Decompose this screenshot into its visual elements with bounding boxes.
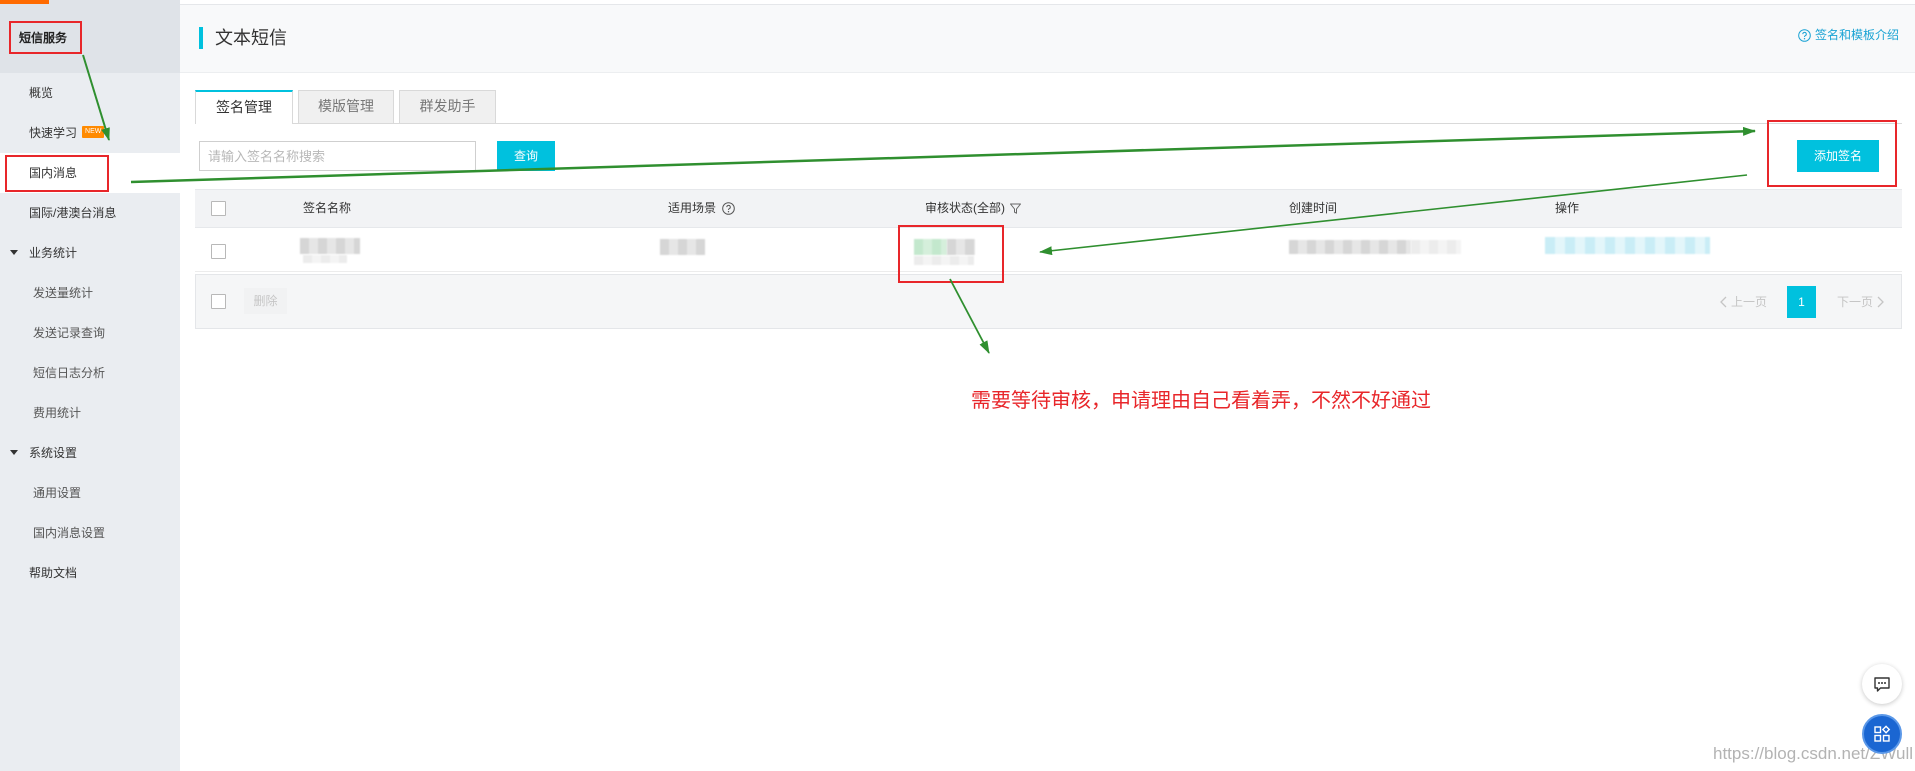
page-title: 文本短信 xyxy=(215,28,287,48)
apps-grid-icon xyxy=(1874,725,1891,742)
signature-table: 签名名称 适用场景 审核状态(全部) 创建时间 操作 xyxy=(195,189,1902,272)
sidebar-group-business-stats[interactable]: 业务统计 xyxy=(0,233,180,273)
redacted-cell xyxy=(1289,240,1411,254)
redacted-actions-cell[interactable] xyxy=(1545,237,1710,254)
sidebar-item-label: 发送量统计 xyxy=(33,286,94,300)
redacted-status-cell xyxy=(914,239,947,255)
table-footer: 删除 上一页 1 下一页 xyxy=(195,274,1902,329)
sidebar-item-send-records-query[interactable]: 发送记录查询 xyxy=(0,313,180,353)
sidebar-item-label: 短信日志分析 xyxy=(33,366,106,380)
next-page-label: 下一页 xyxy=(1836,295,1873,309)
sidebar-item-sms-log-analysis[interactable]: 短信日志分析 xyxy=(0,353,180,393)
signature-search-input[interactable] xyxy=(199,141,476,171)
sidebar-title: 短信服务 xyxy=(19,31,68,45)
top-accent-bar xyxy=(0,0,49,4)
question-circle-icon xyxy=(1798,28,1811,42)
sidebar-item-cost-stats[interactable]: 费用统计 xyxy=(0,393,180,433)
add-signature-button[interactable]: 添加签名 xyxy=(1797,140,1879,172)
redacted-cell xyxy=(303,255,347,263)
sidebar-group-system-settings[interactable]: 系统设置 xyxy=(0,433,180,473)
chevron-right-icon xyxy=(1877,296,1884,308)
new-badge: NEW xyxy=(82,126,105,139)
sidebar-item-label: 费用统计 xyxy=(33,406,82,420)
title-accent-bar xyxy=(199,27,203,49)
query-button[interactable]: 查询 xyxy=(497,141,555,171)
sidebar-header[interactable]: 短信服务 xyxy=(0,0,180,73)
column-header-created-time: 创建时间 xyxy=(1289,201,1338,215)
redacted-cell xyxy=(660,239,705,255)
next-page-button[interactable]: 下一页 xyxy=(1828,286,1898,318)
tab-bulk-send-assistant[interactable]: 群发助手 xyxy=(399,90,496,123)
column-header-signature-name: 签名名称 xyxy=(303,201,352,215)
footer-select-all-checkbox[interactable] xyxy=(211,294,226,309)
page: 短信服务 概览 快速学习 NEW 国内消息 国际/港澳台消息 业务统计 发送量统计… xyxy=(0,0,1915,771)
signature-template-intro-link[interactable]: 签名和模板介绍 xyxy=(1798,27,1899,43)
column-header-actions: 操作 xyxy=(1555,201,1580,215)
column-header-review-status: 审核状态(全部) xyxy=(925,201,1005,215)
filter-icon[interactable] xyxy=(1009,202,1022,215)
redacted-status-cell xyxy=(914,256,974,265)
sidebar-item-general-settings[interactable]: 通用设置 xyxy=(0,473,180,513)
sidebar-item-label: 国内消息设置 xyxy=(33,526,106,540)
caret-down-icon xyxy=(10,250,18,255)
sidebar-item-label: 国际/港澳台消息 xyxy=(29,206,117,220)
sidebar-item-overview[interactable]: 概览 xyxy=(0,73,180,113)
redacted-status-cell xyxy=(947,239,975,255)
sidebar: 短信服务 概览 快速学习 NEW 国内消息 国际/港澳台消息 业务统计 发送量统计… xyxy=(0,0,180,771)
table-header: 签名名称 适用场景 审核状态(全部) 创建时间 操作 xyxy=(195,189,1902,228)
sidebar-group-label: 系统设置 xyxy=(29,446,78,460)
tab-bar: 签名管理 模版管理 群发助手 xyxy=(195,90,1902,124)
page-number-current[interactable]: 1 xyxy=(1787,286,1816,318)
sidebar-item-label: 概览 xyxy=(29,86,54,100)
chevron-left-icon xyxy=(1720,296,1727,308)
sidebar-item-send-volume-stats[interactable]: 发送量统计 xyxy=(0,273,180,313)
caret-down-icon xyxy=(10,450,18,455)
annotation-note: 需要等待审核，申请理由自己看着弄，不然不好通过 xyxy=(971,390,1431,412)
help-icon[interactable] xyxy=(722,202,735,215)
apps-float-button[interactable] xyxy=(1862,714,1902,754)
help-link-label: 签名和模板介绍 xyxy=(1814,28,1899,42)
sidebar-item-label: 发送记录查询 xyxy=(33,326,106,340)
prev-page-label: 上一页 xyxy=(1730,295,1767,309)
chat-float-button[interactable] xyxy=(1862,664,1902,704)
select-all-checkbox[interactable] xyxy=(211,201,226,216)
row-checkbox[interactable] xyxy=(211,244,226,259)
sidebar-item-label: 通用设置 xyxy=(33,486,82,500)
sidebar-item-domestic-message-settings[interactable]: 国内消息设置 xyxy=(0,513,180,553)
chat-bubble-icon xyxy=(1874,677,1890,692)
main-header: 文本短信 签名和模板介绍 xyxy=(180,4,1915,73)
prev-page-button[interactable]: 上一页 xyxy=(1706,286,1776,318)
sidebar-item-label: 国内消息 xyxy=(29,166,78,180)
tab-signature-management[interactable]: 签名管理 xyxy=(195,90,293,124)
delete-button[interactable]: 删除 xyxy=(244,288,287,314)
table-row xyxy=(195,228,1902,272)
sidebar-item-help-docs[interactable]: 帮助文档 xyxy=(0,553,180,593)
redacted-cell xyxy=(300,238,360,254)
tab-template-management[interactable]: 模版管理 xyxy=(298,90,394,123)
redacted-cell xyxy=(1411,240,1461,254)
sidebar-item-label: 快速学习 xyxy=(29,126,78,140)
sidebar-item-label: 帮助文档 xyxy=(29,566,78,580)
sidebar-group-label: 业务统计 xyxy=(29,246,78,260)
column-header-scenario: 适用场景 xyxy=(668,201,717,215)
sidebar-item-quick-start[interactable]: 快速学习 NEW xyxy=(0,113,180,153)
sidebar-item-international-messages[interactable]: 国际/港澳台消息 xyxy=(0,193,180,233)
sidebar-item-domestic-messages[interactable]: 国内消息 xyxy=(0,153,180,193)
